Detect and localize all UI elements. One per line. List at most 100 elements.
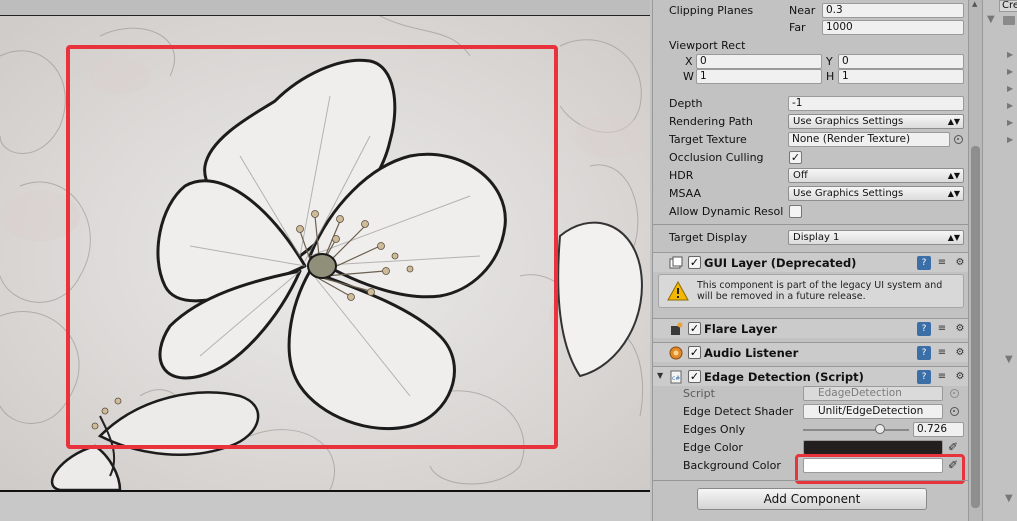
target-texture-row: Target Texture None (Render Texture) bbox=[653, 131, 968, 149]
eyedropper-icon[interactable]: ✐ bbox=[948, 440, 958, 454]
msaa-label: MSAA bbox=[669, 187, 702, 200]
flare-layer-icon bbox=[669, 322, 683, 336]
flare-layer-header-buttons: ? ≡ ⚙ bbox=[911, 322, 967, 336]
hdr-dropdown[interactable]: Off ▲▼ bbox=[788, 168, 964, 183]
dynamic-resolution-checkbox[interactable] bbox=[789, 205, 802, 218]
audio-listener-enabled-checkbox[interactable]: ✓ bbox=[688, 346, 701, 359]
flare-layer-enabled-checkbox[interactable]: ✓ bbox=[688, 322, 701, 335]
gear-icon[interactable]: ⚙ bbox=[953, 370, 967, 384]
hdr-row: HDR Off ▲▼ bbox=[653, 167, 968, 185]
dynamic-resolution-label: Allow Dynamic Resol bbox=[669, 205, 784, 218]
project-panel: Cre ▼ ▶ ▶ ▶ ▶ ▶ ▶ ▼ ▼ bbox=[982, 0, 1017, 521]
dynamic-resolution-row: Allow Dynamic Resol bbox=[653, 203, 968, 221]
dropdown-arrow-icon: ▲▼ bbox=[947, 171, 960, 180]
rendering-path-dropdown[interactable]: Use Graphics Settings ▲▼ bbox=[788, 114, 964, 129]
flare-layer-header[interactable]: ✓ Flare Layer ? ≡ ⚙ bbox=[653, 318, 968, 338]
edge-detection-header-buttons: ? ≡ ⚙ bbox=[911, 370, 967, 384]
gui-layer-icon bbox=[669, 256, 683, 270]
target-texture-picker-icon[interactable] bbox=[954, 135, 963, 144]
folder-expand-icon[interactable]: ▼ bbox=[987, 14, 995, 25]
gui-layer-header-buttons: ? ≡ ⚙ bbox=[911, 256, 967, 270]
edge-detection-header[interactable]: ▼ c# ✓ Edage Detection (Script) ? ≡ ⚙ bbox=[653, 366, 968, 386]
script-row: Script EdageDetection bbox=[653, 385, 968, 403]
scene-statusbar bbox=[0, 490, 650, 521]
scrollbar-thumb[interactable] bbox=[971, 146, 980, 508]
viewport-rect-label: Viewport Rect bbox=[669, 39, 746, 52]
edge-detection-enabled-checkbox[interactable]: ✓ bbox=[688, 370, 701, 383]
gui-layer-header[interactable]: ✓ GUI Layer (Deprecated) ? ≡ ⚙ bbox=[653, 252, 968, 272]
gui-layer-title: GUI Layer (Deprecated) bbox=[704, 256, 857, 270]
occlusion-culling-checkbox[interactable]: ✓ bbox=[789, 151, 802, 164]
edges-only-slider-track[interactable] bbox=[803, 429, 909, 431]
clipping-planes-row: Clipping Planes Near 0.3 bbox=[653, 2, 968, 20]
occlusion-culling-label: Occlusion Culling bbox=[669, 151, 764, 164]
depth-field[interactable]: -1 bbox=[788, 96, 964, 111]
h-label: H bbox=[826, 70, 835, 83]
edges-only-field[interactable]: 0.726 bbox=[913, 422, 964, 437]
far-label: Far bbox=[789, 21, 806, 34]
depth-row: Depth -1 bbox=[653, 95, 968, 113]
scene-toolbar bbox=[0, 0, 650, 16]
inspector-scrollbar[interactable]: ▲ bbox=[968, 0, 982, 521]
gear-icon[interactable]: ⚙ bbox=[953, 346, 967, 360]
shader-picker-icon[interactable] bbox=[950, 407, 959, 416]
svg-text:c#: c# bbox=[672, 375, 680, 382]
gear-icon[interactable]: ⚙ bbox=[953, 322, 967, 336]
edge-color-swatch[interactable] bbox=[803, 440, 943, 455]
preset-icon[interactable]: ≡ bbox=[935, 256, 949, 270]
edges-only-row: Edges Only 0.726 bbox=[653, 421, 968, 439]
book-icon[interactable]: ? bbox=[917, 322, 931, 336]
gui-layer-enabled-checkbox[interactable]: ✓ bbox=[688, 256, 701, 269]
tree-expand-icon[interactable]: ▼ bbox=[1005, 354, 1013, 365]
w-field[interactable]: 1 bbox=[696, 69, 822, 84]
deprecation-warning: This component is part of the legacy UI … bbox=[658, 274, 964, 308]
add-component-button[interactable]: Add Component bbox=[697, 488, 927, 510]
depth-label: Depth bbox=[669, 97, 703, 110]
w-label: W bbox=[683, 70, 694, 83]
h-field[interactable]: 1 bbox=[838, 69, 964, 84]
far-field[interactable]: 1000 bbox=[822, 20, 964, 35]
edges-only-slider-thumb[interactable] bbox=[874, 424, 885, 434]
dropdown-arrow-icon: ▲▼ bbox=[947, 233, 960, 242]
scroll-up-arrow-icon[interactable]: ▲ bbox=[972, 0, 977, 8]
preset-icon[interactable]: ≡ bbox=[935, 370, 949, 384]
edge-shader-label: Edge Detect Shader bbox=[683, 405, 794, 418]
preset-icon[interactable]: ≡ bbox=[935, 346, 949, 360]
book-icon[interactable]: ? bbox=[917, 370, 931, 384]
target-display-dropdown[interactable]: Display 1 ▲▼ bbox=[788, 230, 964, 245]
preset-icon[interactable]: ≡ bbox=[935, 322, 949, 336]
near-field[interactable]: 0.3 bbox=[822, 3, 964, 18]
flare-layer-title: Flare Layer bbox=[704, 322, 777, 336]
rendering-path-value: Use Graphics Settings bbox=[793, 116, 904, 127]
msaa-dropdown[interactable]: Use Graphics Settings ▲▼ bbox=[788, 186, 964, 201]
book-icon[interactable]: ? bbox=[917, 256, 931, 270]
tree-expand-icon[interactable]: ▼ bbox=[1005, 493, 1013, 504]
tree-arrow-icon[interactable]: ▶ bbox=[1007, 101, 1013, 110]
edge-detection-title: Edage Detection (Script) bbox=[704, 370, 864, 384]
warning-text: This component is part of the legacy UI … bbox=[697, 280, 943, 302]
expand-triangle-icon[interactable]: ▼ bbox=[657, 371, 663, 380]
highlight-frame-viewport bbox=[66, 45, 558, 449]
audio-listener-header[interactable]: ✓ Audio Listener ? ≡ ⚙ bbox=[653, 342, 968, 362]
target-display-label: Target Display bbox=[669, 231, 748, 244]
tree-arrow-icon[interactable]: ▶ bbox=[1007, 118, 1013, 127]
edges-only-label: Edges Only bbox=[683, 423, 746, 436]
tree-arrow-icon[interactable]: ▶ bbox=[1007, 135, 1013, 144]
edge-shader-field[interactable]: Unlit/EdgeDetection bbox=[803, 404, 943, 419]
target-texture-label: Target Texture bbox=[669, 133, 747, 146]
create-button[interactable]: Cre bbox=[999, 0, 1017, 12]
x-field[interactable]: 0 bbox=[696, 54, 822, 69]
tree-arrow-icon[interactable]: ▶ bbox=[1007, 50, 1013, 59]
target-texture-field[interactable]: None (Render Texture) bbox=[788, 132, 950, 147]
audio-icon bbox=[669, 346, 683, 360]
dropdown-arrow-icon: ▲▼ bbox=[947, 189, 960, 198]
y-field[interactable]: 0 bbox=[838, 54, 964, 69]
gear-icon[interactable]: ⚙ bbox=[953, 256, 967, 270]
tree-arrow-icon[interactable]: ▶ bbox=[1007, 67, 1013, 76]
scene-view[interactable] bbox=[0, 0, 650, 521]
tree-arrow-icon[interactable]: ▶ bbox=[1007, 84, 1013, 93]
clipping-planes-label: Clipping Planes bbox=[669, 4, 754, 17]
book-icon[interactable]: ? bbox=[917, 346, 931, 360]
viewport-wh-row: W 1 H 1 bbox=[653, 68, 968, 86]
target-display-value: Display 1 bbox=[793, 232, 840, 243]
